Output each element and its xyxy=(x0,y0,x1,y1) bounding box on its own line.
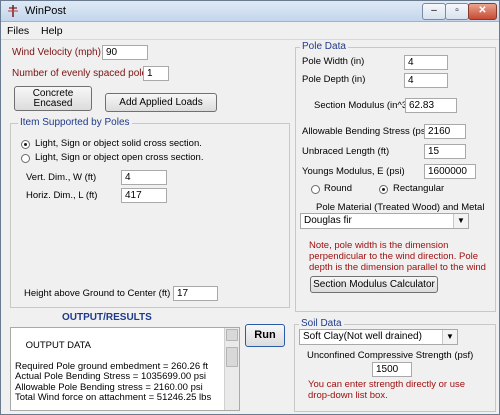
concrete-encased-button[interactable]: Concrete Encased xyxy=(14,86,92,111)
title-bar: WinPost – ▫ ✕ xyxy=(1,1,499,22)
output-scrollbar[interactable] xyxy=(224,328,239,410)
wind-velocity-label: Wind Velocity (mph) xyxy=(12,47,101,58)
pole-note: Note, pole width is the dimension perpen… xyxy=(309,240,486,273)
material-value: Douglas fir xyxy=(304,215,352,226)
round-radio[interactable] xyxy=(311,185,320,194)
soil-data-title: Soil Data xyxy=(299,318,344,329)
item-supported-title: Item Supported by Poles xyxy=(18,117,132,128)
scroll-thumb[interactable] xyxy=(226,347,238,367)
chevron-down-icon: ▼ xyxy=(453,214,468,228)
vert-dim-label: Vert. Dim., W (ft) xyxy=(26,172,97,183)
material-select[interactable]: Douglas fir ▼ xyxy=(300,213,469,229)
menu-bar: Files Help xyxy=(1,22,499,40)
section-modulus-input[interactable]: 62.83 xyxy=(405,98,457,113)
vert-dim-input[interactable]: 4 xyxy=(121,170,167,185)
strength-input[interactable]: 1500 xyxy=(372,362,412,377)
rectangular-radio[interactable] xyxy=(379,185,388,194)
section-modulus-calculator-button[interactable]: Section Modulus Calculator xyxy=(310,276,438,293)
strength-label: Unconfined Compressive Strength (psf) xyxy=(307,350,474,361)
app-window: WinPost – ▫ ✕ Files Help Wind Velocity (… xyxy=(0,0,500,415)
maximize-icon: ▫ xyxy=(455,5,459,16)
horiz-dim-label: Horiz. Dim., L (ft) xyxy=(26,190,98,201)
minimize-icon: – xyxy=(431,5,437,16)
horiz-dim-input[interactable]: 417 xyxy=(121,188,167,203)
close-icon: ✕ xyxy=(478,5,487,16)
solid-option-label: Light, Sign or object solid cross sectio… xyxy=(35,138,202,149)
solid-radio[interactable] xyxy=(21,140,30,149)
window-title: WinPost xyxy=(25,5,66,17)
soil-type-select[interactable]: Soft Clay(Not well drained) ▼ xyxy=(299,329,458,345)
app-icon xyxy=(8,5,18,17)
output-textarea[interactable]: OUTPUT DATA Required Pole ground embedme… xyxy=(10,327,240,411)
concrete-label-line2: Encased xyxy=(33,98,73,109)
open-option-label: Light, Sign or object open cross section… xyxy=(35,152,204,163)
poles-count-label: Number of evenly spaced poles xyxy=(12,68,153,79)
poles-count-input[interactable]: 1 xyxy=(143,66,169,81)
unbraced-length-input[interactable]: 15 xyxy=(424,144,466,159)
material-label: Pole Material (Treated Wood) and Metal xyxy=(316,202,485,213)
bending-stress-input[interactable]: 2160 xyxy=(424,124,466,139)
youngs-modulus-input[interactable]: 1600000 xyxy=(424,164,476,179)
menu-files[interactable]: Files xyxy=(7,25,29,37)
add-applied-loads-button[interactable]: Add Applied Loads xyxy=(105,93,217,112)
wind-velocity-input[interactable]: 90 xyxy=(102,45,148,60)
bending-stress-label: Allowable Bending Stress (psi) xyxy=(302,126,431,137)
maximize-button[interactable]: ▫ xyxy=(445,3,469,20)
pole-width-input[interactable]: 4 xyxy=(404,55,448,70)
pole-data-title: Pole Data xyxy=(300,41,348,52)
youngs-modulus-label: Youngs Modulus, E (psi) xyxy=(302,166,405,177)
minimize-button[interactable]: – xyxy=(422,3,446,20)
item-supported-group xyxy=(10,123,290,308)
output-text: OUTPUT DATA Required Pole ground embedme… xyxy=(15,339,212,403)
unbraced-length-label: Unbraced Length (ft) xyxy=(302,146,390,157)
pole-depth-label: Pole Depth (in) xyxy=(302,74,366,85)
run-button[interactable]: Run xyxy=(245,324,285,347)
rectangular-label: Rectangular xyxy=(393,183,445,194)
soil-type-value: Soft Clay(Not well drained) xyxy=(303,331,422,342)
height-label: Height above Ground to Center (ft) xyxy=(24,288,171,299)
pole-depth-input[interactable]: 4 xyxy=(404,73,448,88)
close-button[interactable]: ✕ xyxy=(468,3,497,20)
section-modulus-label: Section Modulus (in^3) xyxy=(314,100,411,111)
scroll-up-icon[interactable] xyxy=(226,329,238,341)
height-input[interactable]: 17 xyxy=(173,286,218,301)
open-radio[interactable] xyxy=(21,154,30,163)
soil-note: You can enter strength directly or use d… xyxy=(308,379,466,401)
menu-help[interactable]: Help xyxy=(41,25,63,37)
round-label: Round xyxy=(324,183,352,194)
chevron-down-icon: ▼ xyxy=(442,330,457,344)
output-heading: OUTPUT/RESULTS xyxy=(62,312,152,323)
pole-width-label: Pole Width (in) xyxy=(302,56,365,67)
